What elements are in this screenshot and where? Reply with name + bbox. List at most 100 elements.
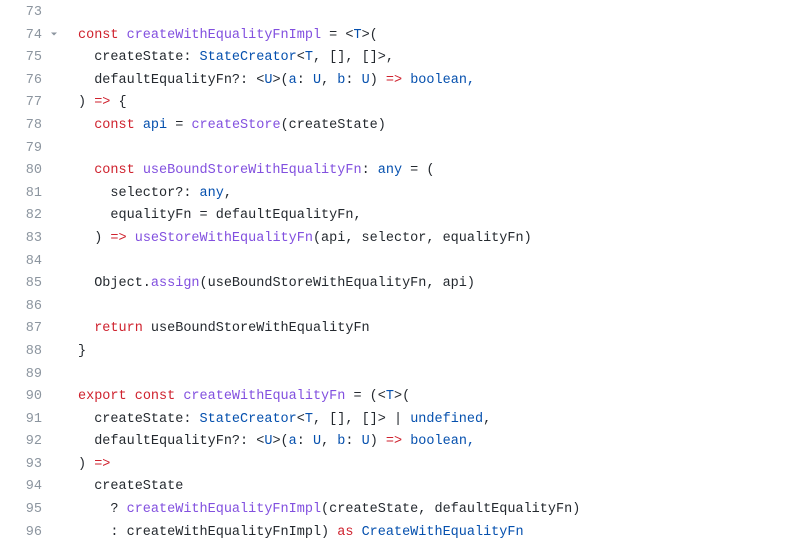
chevron-down-icon[interactable] bbox=[48, 28, 60, 40]
line-number[interactable]: 74 bbox=[0, 25, 62, 48]
code-token: , bbox=[321, 434, 337, 449]
code-token: >( bbox=[394, 389, 410, 404]
code-line[interactable]: 95 ? createWithEqualityFnImpl(createStat… bbox=[0, 499, 800, 522]
code-token: selector?: bbox=[78, 186, 200, 201]
line-number[interactable]: 78 bbox=[0, 115, 62, 138]
code-line[interactable]: 75 createState: StateCreator<T, [], []>, bbox=[0, 47, 800, 70]
code-content[interactable]: const api = createStore(createState) bbox=[62, 115, 800, 138]
code-token: : bbox=[297, 434, 313, 449]
line-number[interactable]: 91 bbox=[0, 409, 62, 432]
code-token bbox=[127, 231, 135, 246]
line-number[interactable]: 81 bbox=[0, 183, 62, 206]
line-number[interactable]: 83 bbox=[0, 228, 62, 251]
code-content[interactable]: Object.assign(useBoundStoreWithEqualityF… bbox=[62, 273, 800, 296]
code-token: , bbox=[483, 412, 491, 427]
code-token: => bbox=[94, 457, 110, 472]
code-token: U bbox=[362, 73, 370, 88]
code-line[interactable]: 92 defaultEqualityFn?: <U>(a: U, b: U) =… bbox=[0, 431, 800, 454]
code-token: assign bbox=[151, 276, 200, 291]
code-line[interactable]: 76 defaultEqualityFn?: <U>(a: U, b: U) =… bbox=[0, 70, 800, 93]
line-number[interactable]: 92 bbox=[0, 431, 62, 454]
code-editor[interactable]: 7374const createWithEqualityFnImpl = <T>… bbox=[0, 0, 800, 544]
line-number[interactable]: 75 bbox=[0, 47, 62, 70]
code-token: => bbox=[94, 95, 110, 110]
code-line[interactable]: 90export const createWithEqualityFn = (<… bbox=[0, 386, 800, 409]
line-number[interactable]: 79 bbox=[0, 138, 62, 161]
code-line[interactable]: 80 const useBoundStoreWithEqualityFn: an… bbox=[0, 160, 800, 183]
code-token: : bbox=[345, 434, 361, 449]
code-line[interactable]: 91 createState: StateCreator<T, [], []> … bbox=[0, 409, 800, 432]
code-token: CreateWithEqualityFn bbox=[362, 525, 524, 540]
code-line[interactable]: 86 bbox=[0, 296, 800, 319]
code-content[interactable]: createState: StateCreator<T, [], []>, bbox=[62, 47, 800, 70]
code-token: createState bbox=[78, 479, 183, 494]
code-token: createStore bbox=[191, 118, 280, 133]
code-token: T bbox=[386, 389, 394, 404]
code-line[interactable]: 96 : createWithEqualityFnImpl) as Create… bbox=[0, 522, 800, 544]
code-token: const bbox=[94, 118, 143, 133]
code-line[interactable]: 79 bbox=[0, 138, 800, 161]
line-number[interactable]: 90 bbox=[0, 386, 62, 409]
line-number[interactable]: 95 bbox=[0, 499, 62, 522]
code-content[interactable]: ) => { bbox=[62, 92, 800, 115]
code-token: } bbox=[78, 344, 86, 359]
line-number[interactable]: 77 bbox=[0, 92, 62, 115]
code-line[interactable]: 73 bbox=[0, 2, 800, 25]
code-line[interactable]: 88} bbox=[0, 341, 800, 364]
code-token: defaultEqualityFn?: < bbox=[78, 73, 264, 88]
code-content[interactable]: ) => bbox=[62, 454, 800, 477]
code-line[interactable]: 87 return useBoundStoreWithEqualityFn bbox=[0, 318, 800, 341]
code-token: defaultEqualityFn?: < bbox=[78, 434, 264, 449]
code-token: = ( bbox=[402, 163, 434, 178]
line-number[interactable]: 93 bbox=[0, 454, 62, 477]
code-token: U bbox=[313, 73, 321, 88]
code-line[interactable]: 78 const api = createStore(createState) bbox=[0, 115, 800, 138]
code-content[interactable]: } bbox=[62, 341, 800, 364]
line-number[interactable]: 96 bbox=[0, 522, 62, 544]
code-line[interactable]: 74const createWithEqualityFnImpl = <T>( bbox=[0, 25, 800, 48]
code-token: = bbox=[167, 118, 191, 133]
code-content[interactable]: defaultEqualityFn?: <U>(a: U, b: U) => b… bbox=[62, 431, 800, 454]
code-content[interactable]: defaultEqualityFn?: <U>(a: U, b: U) => b… bbox=[62, 70, 800, 93]
code-line[interactable]: 93) => bbox=[0, 454, 800, 477]
code-token: T bbox=[305, 50, 313, 65]
line-number[interactable]: 86 bbox=[0, 296, 62, 319]
code-line[interactable]: 89 bbox=[0, 364, 800, 387]
code-content[interactable]: : createWithEqualityFnImpl) as CreateWit… bbox=[62, 522, 800, 544]
code-content[interactable]: const useBoundStoreWithEqualityFn: any =… bbox=[62, 160, 800, 183]
line-number[interactable]: 80 bbox=[0, 160, 62, 183]
line-number[interactable]: 87 bbox=[0, 318, 62, 341]
code-line[interactable]: 82 equalityFn = defaultEqualityFn, bbox=[0, 205, 800, 228]
line-number[interactable]: 89 bbox=[0, 364, 62, 387]
code-line[interactable]: 81 selector?: any, bbox=[0, 183, 800, 206]
code-line[interactable]: 85 Object.assign(useBoundStoreWithEquali… bbox=[0, 273, 800, 296]
code-content[interactable]: export const createWithEqualityFn = (<T>… bbox=[62, 386, 800, 409]
code-token: useBoundStoreWithEqualityFn bbox=[151, 321, 370, 336]
code-token: >( bbox=[272, 434, 288, 449]
code-line[interactable]: 84 bbox=[0, 251, 800, 274]
line-number[interactable]: 76 bbox=[0, 70, 62, 93]
code-content[interactable]: equalityFn = defaultEqualityFn, bbox=[62, 205, 800, 228]
code-line[interactable]: 77) => { bbox=[0, 92, 800, 115]
line-number[interactable]: 84 bbox=[0, 251, 62, 274]
code-token: => bbox=[386, 434, 402, 449]
code-token: : createWithEqualityFnImpl) bbox=[78, 525, 337, 540]
code-content[interactable]: const createWithEqualityFnImpl = <T>( bbox=[62, 25, 800, 48]
line-number[interactable]: 82 bbox=[0, 205, 62, 228]
code-line[interactable]: 83 ) => useStoreWithEqualityFn(api, sele… bbox=[0, 228, 800, 251]
code-content[interactable]: selector?: any, bbox=[62, 183, 800, 206]
code-token: (createState, defaultEqualityFn) bbox=[321, 502, 580, 517]
line-number[interactable]: 94 bbox=[0, 476, 62, 499]
code-content[interactable]: return useBoundStoreWithEqualityFn bbox=[62, 318, 800, 341]
code-line[interactable]: 94 createState bbox=[0, 476, 800, 499]
code-token: Object. bbox=[78, 276, 151, 291]
code-content[interactable]: ? createWithEqualityFnImpl(createState, … bbox=[62, 499, 800, 522]
code-content[interactable]: ) => useStoreWithEqualityFn(api, selecto… bbox=[62, 228, 800, 251]
line-number[interactable]: 73 bbox=[0, 2, 62, 25]
code-token: = (< bbox=[345, 389, 386, 404]
code-content[interactable]: createState bbox=[62, 476, 800, 499]
code-token: api bbox=[143, 118, 167, 133]
line-number[interactable]: 88 bbox=[0, 341, 62, 364]
code-content[interactable]: createState: StateCreator<T, [], []> | u… bbox=[62, 409, 800, 432]
line-number[interactable]: 85 bbox=[0, 273, 62, 296]
